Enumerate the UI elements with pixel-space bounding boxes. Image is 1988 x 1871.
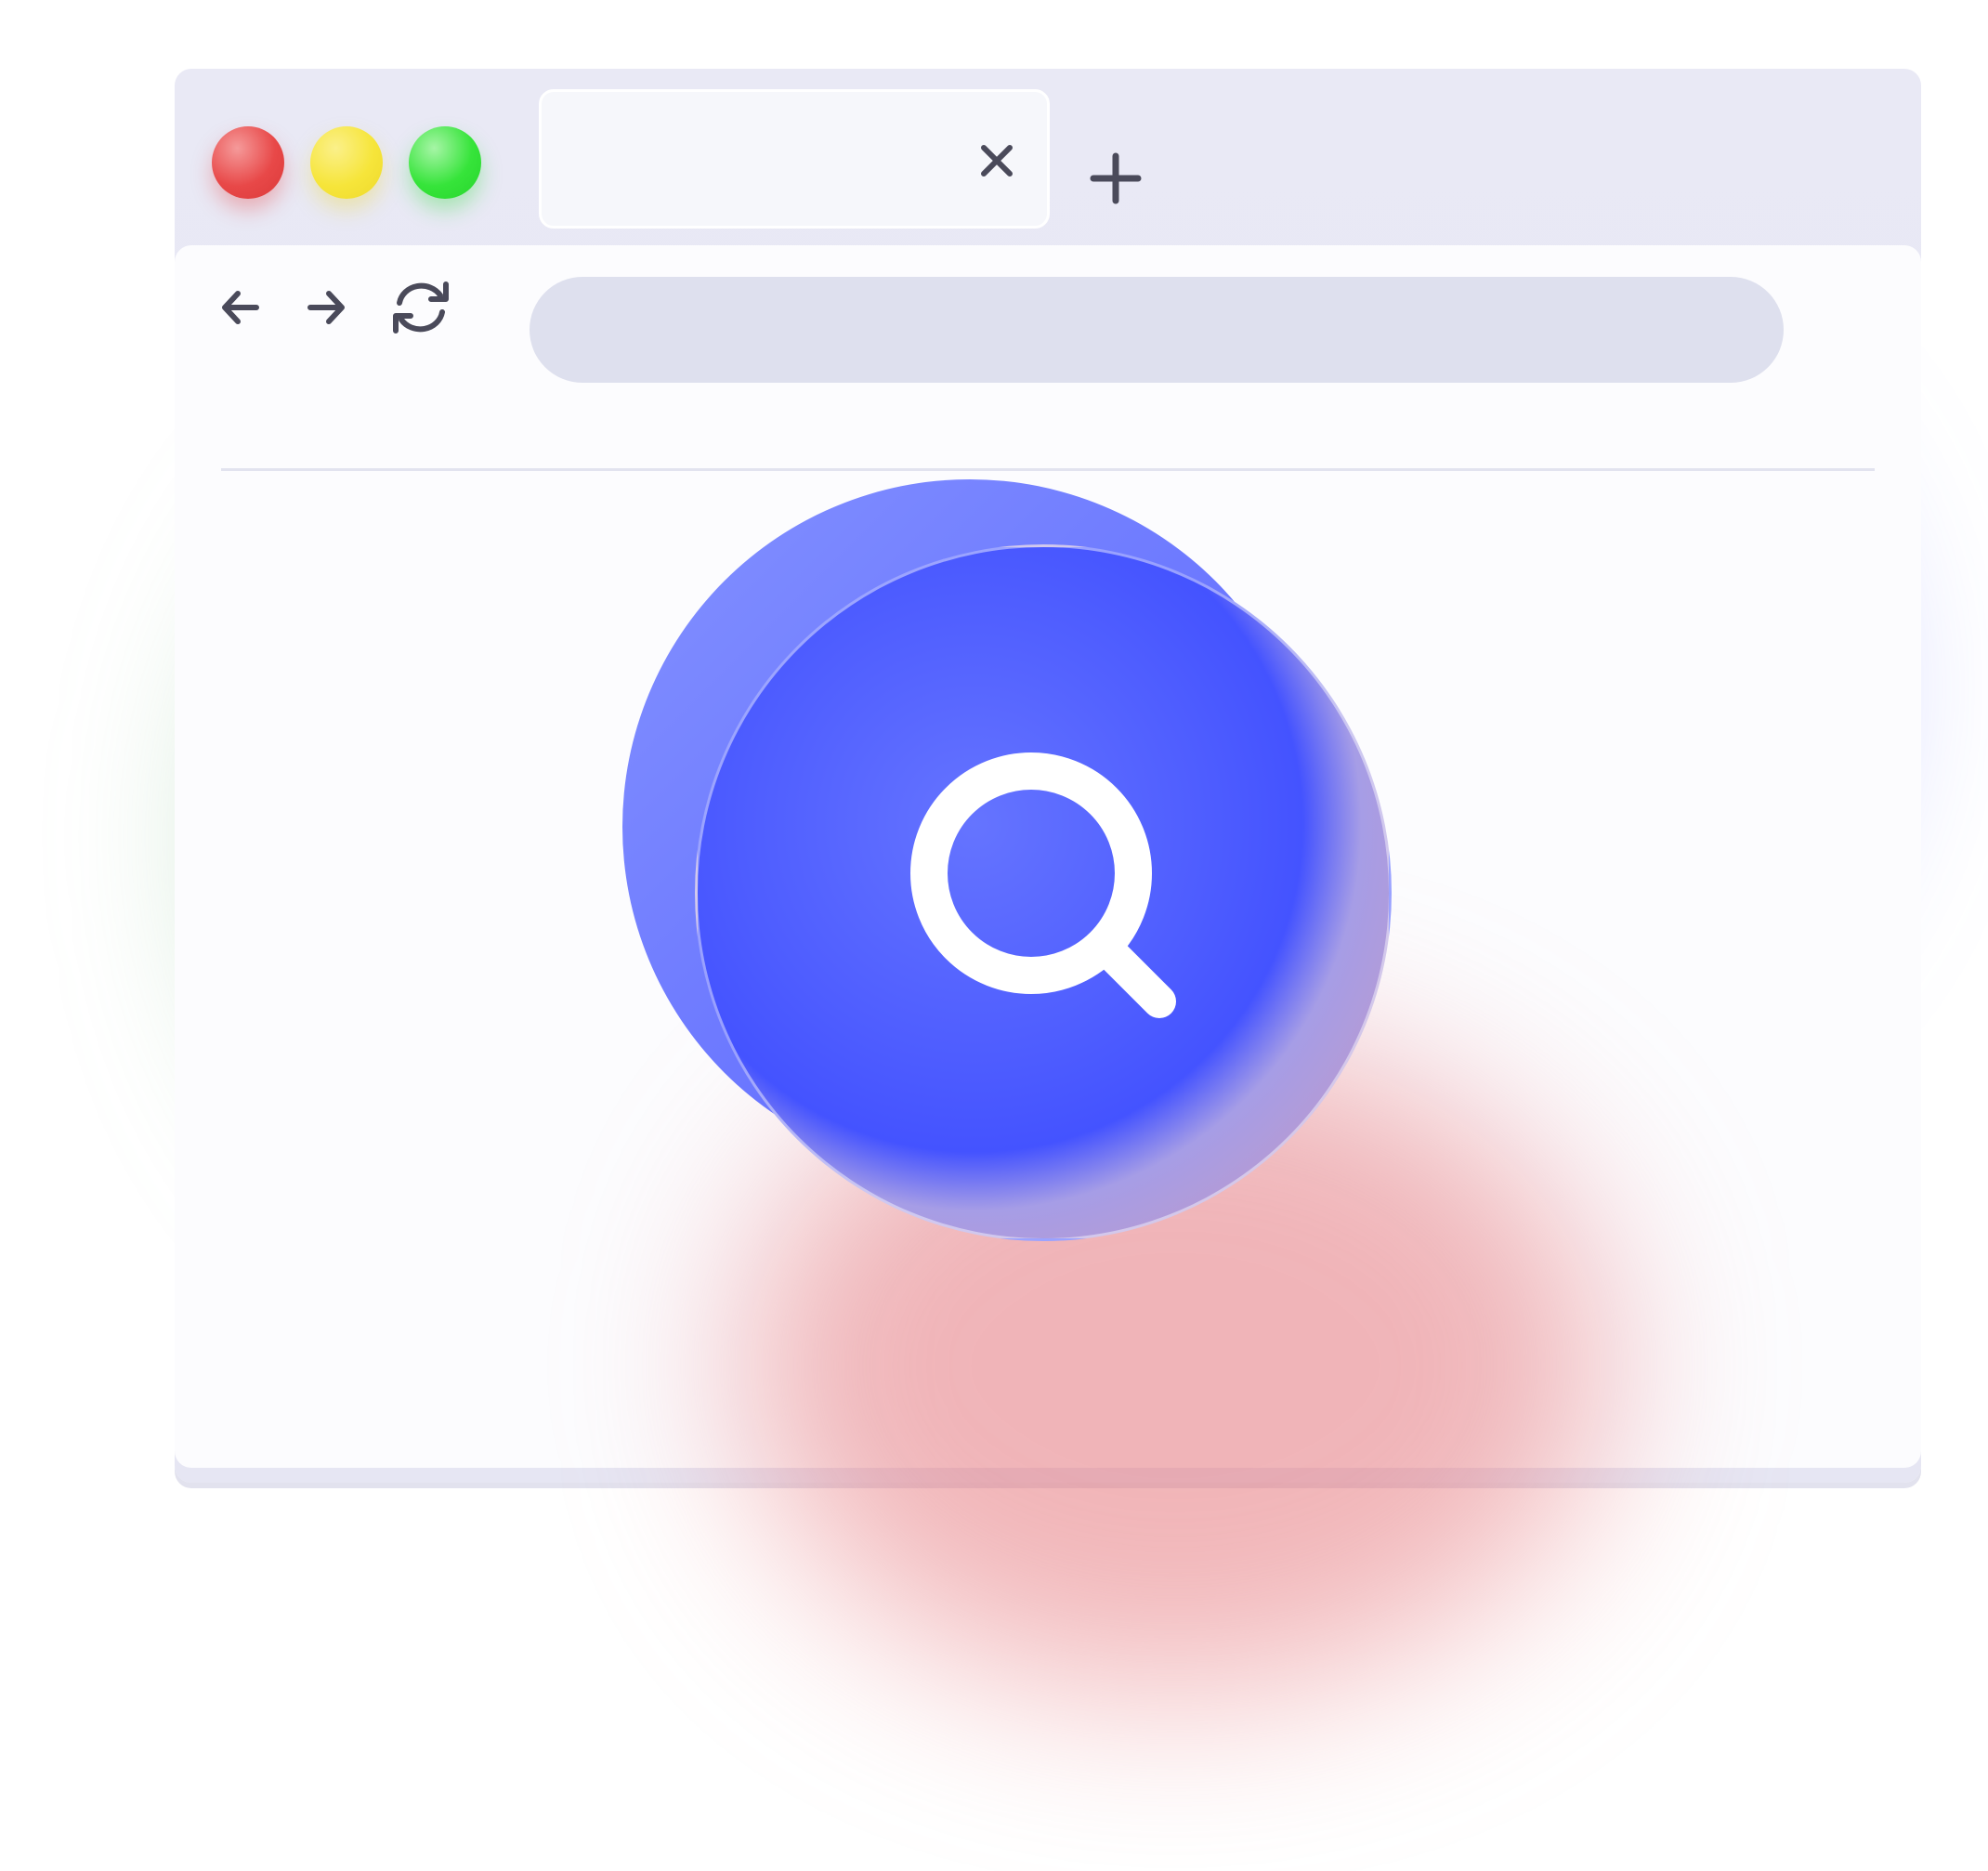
close-window-button[interactable] — [212, 126, 284, 199]
arrow-left-icon[interactable] — [217, 284, 264, 331]
close-icon[interactable] — [978, 142, 1015, 179]
title-bar — [175, 69, 1921, 245]
minimize-window-button[interactable] — [310, 126, 383, 199]
browser-tab[interactable] — [539, 89, 1050, 229]
maximize-window-button[interactable] — [409, 126, 481, 199]
arrow-right-icon[interactable] — [303, 284, 349, 331]
toolbar-divider — [221, 468, 1875, 471]
refresh-icon[interactable] — [388, 279, 453, 336]
plus-icon[interactable] — [1090, 152, 1142, 204]
illustration-stage — [0, 0, 1988, 1871]
search-icon — [910, 752, 1176, 1018]
navigation-toolbar — [175, 245, 1921, 394]
address-bar[interactable] — [530, 277, 1784, 383]
